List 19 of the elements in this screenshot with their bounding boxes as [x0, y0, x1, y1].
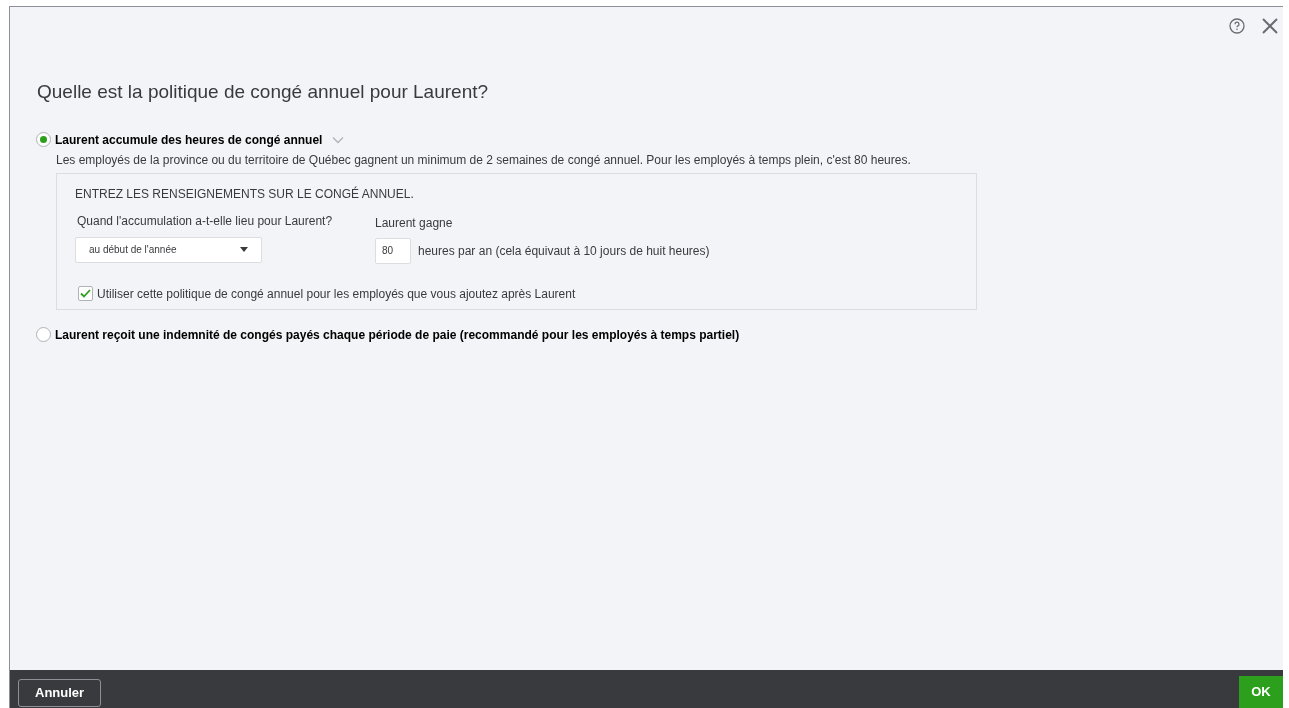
dropdown-field[interactable]: au début de l'année	[75, 236, 262, 263]
option-label[interactable]: Laurent reçoit une indemnité de congés payés chaque période de paie (recommandé pour les employés à temps partiel)	[55, 325, 740, 344]
section-heading: ENTREZ LES RENSEIGNEMENTS SUR LE CONGÉ ANNUEL.	[75, 185, 415, 203]
field-label: Laurent gagne	[375, 214, 454, 232]
help-icon[interactable]	[1229, 18, 1245, 34]
close-icon[interactable]	[1261, 17, 1279, 35]
option-description: Les employés de la province ou du territoire de Québec gagnent un minimum de 2 semaines de congé annuel. Pour les employés à temps plein, c'est 80 heures.	[56, 151, 912, 169]
caret-icon[interactable]	[240, 247, 248, 252]
field-label: Quand l'accumulation a-t-elle lieu pour Laurent?	[77, 212, 334, 230]
radio-button[interactable]	[36, 132, 51, 147]
radio-button[interactable]	[36, 327, 51, 342]
chevron-icon[interactable]	[332, 135, 345, 144]
cancel-button[interactable]: Annuler	[18, 679, 102, 707]
hours-field[interactable]: 80	[375, 237, 411, 264]
checkbox-label[interactable]: Utiliser cette politique de congé annuel pour les employés que vous ajoutez après Laurent	[97, 284, 576, 303]
option-label[interactable]: Laurent accumule des heures de congé annuel	[55, 130, 323, 149]
hours-note: heures par an (cela équivaut à 10 jours de huit heures)	[418, 242, 710, 260]
page-title: Quelle est la politique de congé annuel pour Laurent?	[37, 80, 490, 104]
checkbox[interactable]	[78, 286, 93, 301]
